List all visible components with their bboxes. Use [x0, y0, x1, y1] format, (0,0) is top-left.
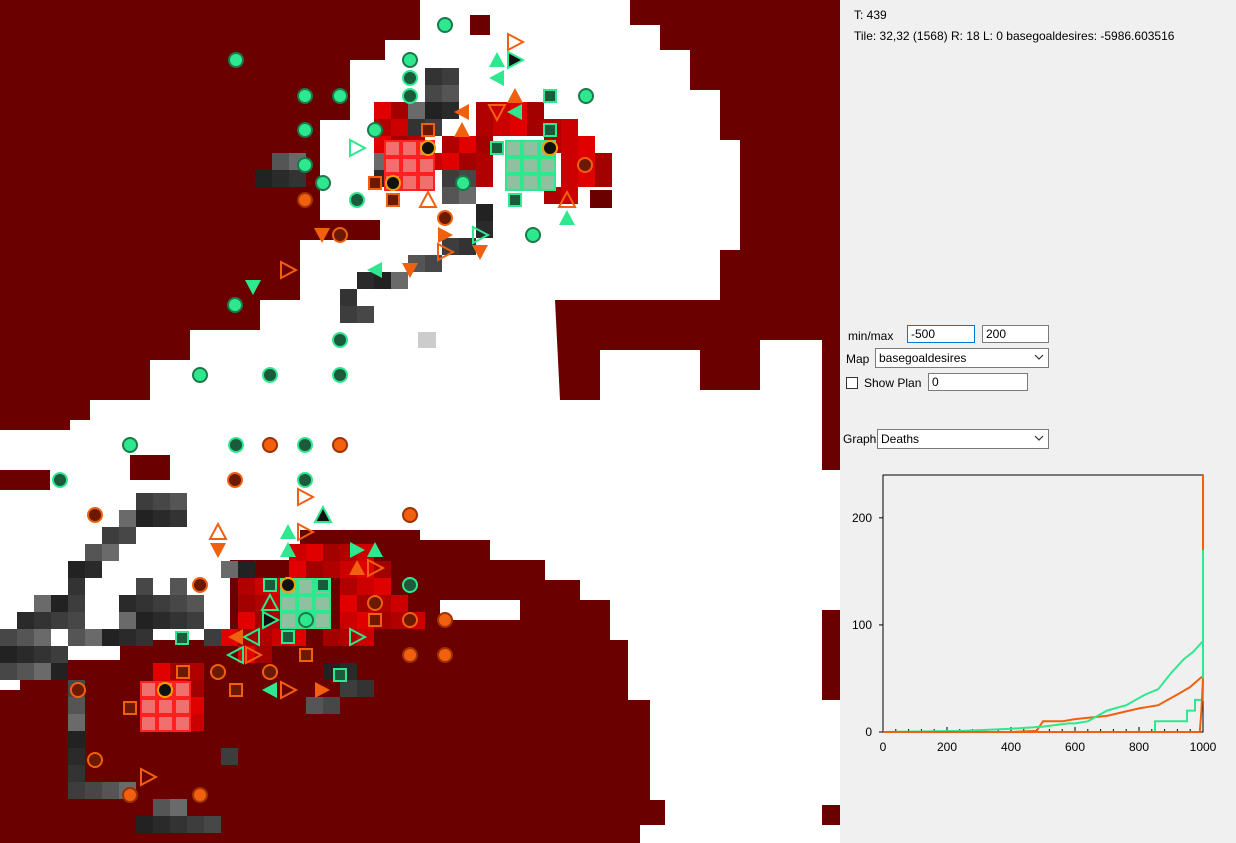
chart-plot-area — [882, 474, 1204, 733]
simulation-map[interactable] — [0, 0, 840, 843]
x-tick-label: 1000 — [1190, 740, 1217, 754]
graph-select-value: Deaths — [881, 432, 920, 446]
map-label: Map — [846, 352, 870, 366]
y-tick-label: 100 — [852, 618, 872, 632]
map-canvas[interactable] — [0, 0, 840, 843]
max-input[interactable]: 200 — [982, 325, 1049, 343]
show-plan-checkbox[interactable] — [846, 377, 858, 389]
show-plan-label: Show Plan — [864, 376, 922, 390]
x-tick-label: 800 — [1129, 740, 1149, 754]
chevron-down-icon — [1034, 354, 1044, 360]
y-tick-label: 0 — [865, 725, 872, 739]
deaths-chart: 0 200 400 600 800 1000 0 100 200 — [852, 474, 1217, 754]
x-tick-label: 200 — [937, 740, 957, 754]
minmax-label: min/max — [848, 329, 894, 343]
map-select[interactable]: basegoaldesires — [875, 348, 1049, 368]
tile-readout: Tile: 32,32 (1568) R: 18 L: 0 basegoalde… — [854, 29, 1175, 43]
x-tick-label: 0 — [880, 740, 887, 754]
map-select-value: basegoaldesires — [879, 351, 967, 365]
graph-label: Graph: — [843, 432, 880, 446]
time-readout: T: 439 — [854, 8, 887, 22]
chevron-down-icon — [1034, 435, 1044, 441]
plan-input[interactable]: 0 — [928, 373, 1028, 391]
y-tick-label: 200 — [852, 511, 872, 525]
side-panel: T: 439 Tile: 32,32 (1568) R: 18 L: 0 bas… — [840, 0, 1236, 843]
x-tick-label: 600 — [1065, 740, 1085, 754]
graph-select[interactable]: Deaths — [877, 429, 1049, 449]
x-tick-label: 400 — [1001, 740, 1021, 754]
min-input[interactable]: -500 — [907, 325, 975, 343]
